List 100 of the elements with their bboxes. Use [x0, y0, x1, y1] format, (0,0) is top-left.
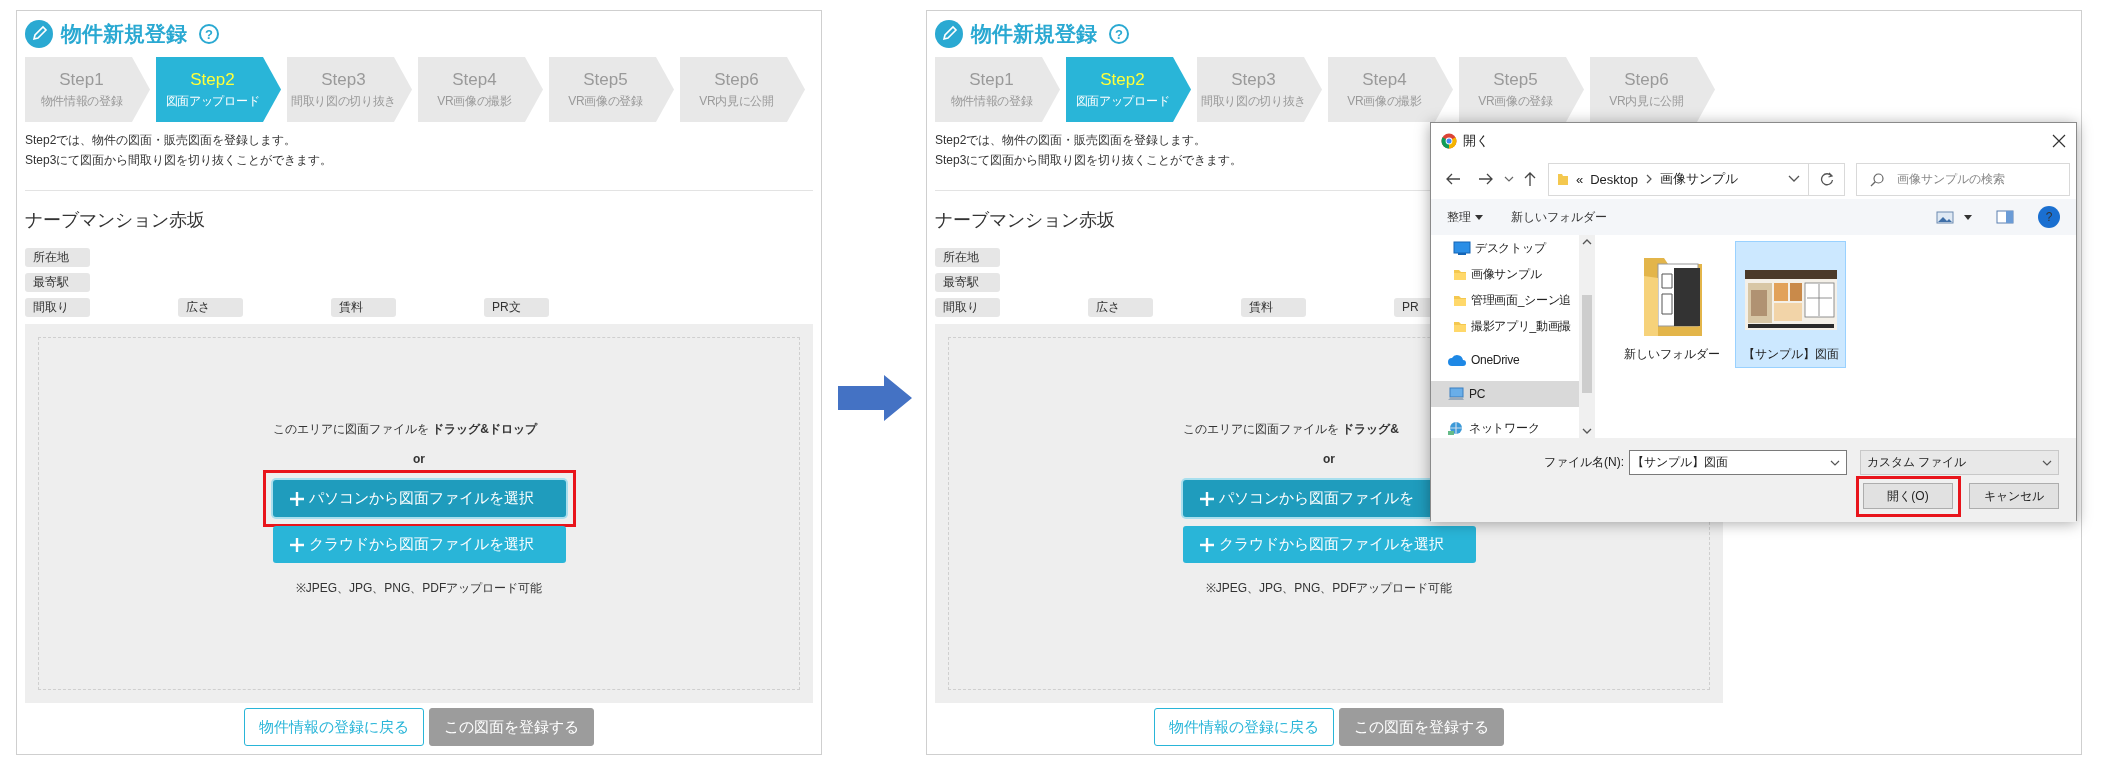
folder-icon — [1453, 293, 1467, 307]
step-tab[interactable]: Step2 図面アップロード — [1066, 57, 1191, 122]
nav-item[interactable]: デスクトップ — [1431, 235, 1579, 261]
address-overflow: « — [1576, 171, 1584, 187]
pane-icon — [1996, 210, 2014, 224]
nav-item[interactable]: OneDrive — [1431, 347, 1579, 373]
back-button[interactable]: 物件情報の登録に戻る — [1154, 708, 1334, 746]
file-item[interactable]: 【サンプル】図面 — [1735, 241, 1846, 368]
property-name: ナーブマンション赤坂 — [25, 209, 205, 232]
scroll-down-icon — [1582, 428, 1592, 434]
scrollbar[interactable] — [1579, 235, 1595, 438]
address-bar[interactable]: « Desktop 画像サンプル — [1548, 162, 1809, 196]
step-tab[interactable]: Step4 VR画像の撮影 — [418, 57, 543, 122]
step-tab[interactable]: Step6 VR内見に公開 — [680, 57, 805, 122]
cloud-icon — [1447, 353, 1467, 367]
refresh-icon — [1819, 172, 1834, 186]
drop-zone[interactable]: このエリアに図面ファイルを ドラッグ&ドロップ or パソコンから図面ファイルを選択 クラウドから図面ファイルを選択 ※JPEG、JPG、PNG、PDFアップロード可能 — [25, 324, 813, 703]
or-label: or — [1323, 452, 1335, 466]
help-icon[interactable]: ? — [199, 24, 219, 44]
nav-item[interactable]: 画像サンプル — [1431, 261, 1579, 287]
nav-item[interactable]: PC — [1431, 381, 1579, 407]
step-tab[interactable]: Step1 物件情報の登録 — [935, 57, 1060, 122]
step-tab[interactable]: Step3 間取り図の切り抜き — [287, 57, 412, 122]
caret-icon — [1475, 214, 1483, 220]
search-field[interactable]: 画像サンプルの検索 — [1856, 162, 2070, 196]
plus-icon — [288, 536, 305, 553]
dropdown-icon — [2042, 459, 2052, 466]
field-tag: 賃料 — [1241, 298, 1306, 317]
select-file-button[interactable]: クラウドから図面ファイルを選択 — [272, 526, 566, 563]
plus-icon — [1198, 490, 1215, 507]
plus-icon — [1198, 536, 1215, 553]
step-tab[interactable]: Step4 VR画像の撮影 — [1328, 57, 1453, 122]
page-title: 物件新規登録 — [971, 21, 1097, 47]
forward-button[interactable] — [1478, 172, 1494, 186]
step-tab[interactable]: Step5 VR画像の登録 — [549, 57, 674, 122]
description-text: Step3にて図面から間取り図を切り抜くことができます。 — [935, 152, 1243, 169]
step-tab[interactable]: Step5 VR画像の登録 — [1459, 57, 1584, 122]
cancel-button[interactable]: キャンセル — [1969, 483, 2059, 509]
chevron-icon — [1644, 174, 1653, 184]
field-tag: PR文 — [484, 298, 549, 317]
file-type-dropdown[interactable]: カスタム ファイル — [1860, 450, 2059, 475]
field-tag: 最寄駅 — [25, 273, 90, 292]
search-icon — [1870, 172, 1884, 187]
format-note: ※JPEG、JPG、PNG、PDFアップロード可能 — [1205, 580, 1453, 597]
close-button[interactable] — [2052, 134, 2066, 148]
drop-instruction: このエリアに図面ファイルを ドラッグ&ドロップ — [273, 421, 537, 438]
folder-icon — [1453, 267, 1467, 281]
field-tag: 広さ — [178, 298, 243, 317]
view-icon — [1936, 210, 1954, 224]
organize-menu[interactable]: 整理 — [1447, 208, 1483, 226]
format-note: ※JPEG、JPG、PNG、PDFアップロード可能 — [295, 580, 543, 597]
field-tag: 間取り — [25, 298, 90, 317]
select-file-button[interactable]: クラウドから図面ファイルを選択 — [1182, 526, 1476, 563]
close-icon — [2052, 134, 2066, 148]
nav-item[interactable]: ネットワーク — [1431, 415, 1579, 441]
new-folder-button[interactable]: 新しいフォルダー — [1511, 208, 1607, 226]
desktop-icon — [1453, 241, 1471, 255]
select-file-button[interactable]: パソコンから図面ファイルを選択 — [272, 480, 566, 517]
help-icon[interactable]: ? — [2038, 206, 2060, 228]
edit-icon — [25, 20, 53, 48]
edit-icon — [935, 20, 963, 48]
field-tag: 賃料 — [331, 298, 396, 317]
step-tab[interactable]: Step6 VR内見に公開 — [1590, 57, 1715, 122]
page-title: 物件新規登録 — [61, 21, 187, 47]
open-button[interactable]: 開く(O) — [1863, 483, 1953, 509]
description-text: Step2では、物件の図面・販売図面を登録します。 — [25, 132, 297, 149]
back-button[interactable] — [1445, 172, 1461, 186]
filename-label: ファイル名(N): — [1543, 454, 1624, 471]
description-text: Step2では、物件の図面・販売図面を登録します。 — [935, 132, 1207, 149]
field-tag: 広さ — [1088, 298, 1153, 317]
drop-instruction: このエリアに図面ファイルを ドラッグ& — [1183, 421, 1399, 438]
preview-pane-button[interactable] — [1996, 210, 2014, 224]
dialog-title: 開く — [1463, 132, 1489, 150]
step-tab[interactable]: Step3 間取り図の切り抜き — [1197, 57, 1322, 122]
or-label: or — [413, 452, 425, 466]
refresh-button[interactable] — [1809, 162, 1845, 196]
path-segment[interactable]: Desktop — [1590, 171, 1638, 187]
property-name: ナーブマンション赤坂 — [935, 209, 1115, 232]
step-tab[interactable]: Step2 図面アップロード — [156, 57, 281, 122]
view-button[interactable] — [1936, 210, 1954, 224]
step-tab[interactable]: Step1 物件情報の登録 — [25, 57, 150, 122]
view-menu-button[interactable] — [1964, 214, 1972, 220]
path-segment[interactable]: 画像サンプル — [1659, 170, 1738, 188]
plus-icon — [288, 490, 305, 507]
back-button[interactable]: 物件情報の登録に戻る — [244, 708, 424, 746]
browser-icon — [1441, 133, 1457, 149]
folder-icon — [1453, 319, 1467, 333]
up-button[interactable] — [1524, 172, 1536, 186]
help-icon[interactable]: ? — [1109, 24, 1129, 44]
back-icon — [1445, 172, 1461, 186]
description-text: Step3にて図面から間取り図を切り抜くことができます。 — [25, 152, 333, 169]
field-tag: 間取り — [935, 298, 1000, 317]
filename-field[interactable]: 【サンプル】図面 — [1629, 450, 1847, 475]
field-tag: 所在地 — [935, 248, 1000, 267]
dropdown-icon — [1788, 175, 1800, 183]
scroll-up-icon — [1582, 239, 1592, 245]
field-tag: 所在地 — [25, 248, 90, 267]
computer-icon — [1447, 387, 1465, 401]
forward-icon — [1478, 172, 1494, 186]
up-icon — [1524, 172, 1536, 186]
